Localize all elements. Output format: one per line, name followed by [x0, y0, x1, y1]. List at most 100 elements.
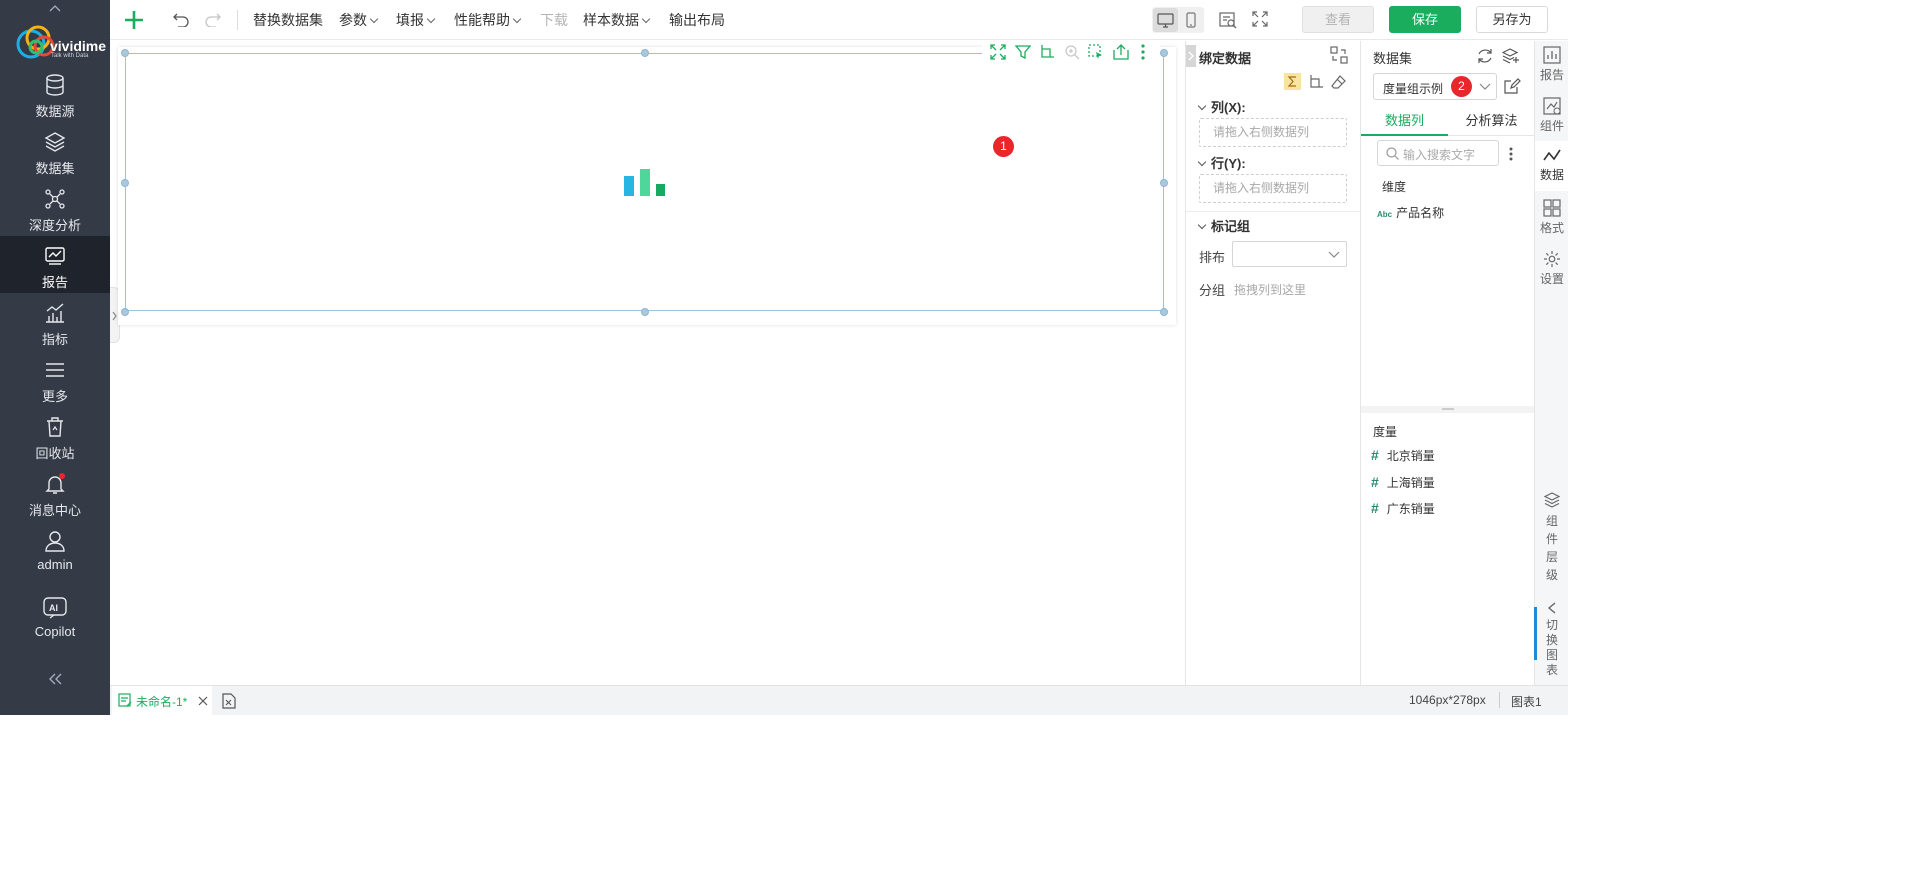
rail-item-data[interactable]: 数据 — [1535, 141, 1569, 191]
nav-label: 深度分析 — [28, 218, 81, 233]
tab-data-columns[interactable]: 数据列 — [1361, 110, 1448, 136]
gear-icon — [1544, 251, 1560, 267]
nav-item-report[interactable]: 报告 — [0, 236, 110, 293]
rail-switch-chart[interactable]: 切换图表 — [1535, 601, 1569, 678]
collapse-up-icon[interactable] — [48, 0, 62, 12]
eraser-icon[interactable] — [1331, 74, 1347, 90]
measure-field[interactable]: # 北京销量 — [1371, 447, 1435, 464]
nav-item-metric[interactable]: 指标 — [0, 293, 110, 350]
nav-item-more[interactable]: 更多 — [0, 350, 110, 407]
dataset-select[interactable]: 度量组示例 — [1373, 73, 1497, 100]
search-icon — [1386, 147, 1399, 160]
swap-axes-icon[interactable] — [1330, 46, 1348, 64]
menu-fill-report[interactable]: 填报 — [396, 10, 436, 30]
rail-item-format[interactable]: 格式 — [1535, 199, 1569, 236]
refresh-icon[interactable] — [1476, 47, 1494, 65]
bind-data-panel: 绑定数据 列(X): 请拖入右侧数据列 行(Y): 请拖入右侧数据列 标记组 排… — [1185, 41, 1361, 685]
chevron-down-icon — [426, 14, 436, 24]
rail-item-component[interactable]: 组件 — [1535, 97, 1569, 134]
sum-icon[interactable] — [1284, 73, 1301, 90]
add-icon[interactable] — [123, 9, 145, 34]
nav-item-dataset[interactable]: 数据集 — [0, 122, 110, 179]
save-button[interactable]: 保存 — [1389, 6, 1461, 33]
new-document-icon[interactable] — [222, 693, 236, 709]
right-rail: 报告 组件 数据 格式 设置 组件层级 切换图表 — [1534, 41, 1569, 685]
group-drop-zone[interactable]: 拖拽列到这里 — [1234, 281, 1306, 298]
rail-item-settings[interactable]: 设置 — [1535, 250, 1569, 287]
nav-label: admin — [37, 557, 73, 572]
report-canvas[interactable]: 1 — [110, 41, 1185, 685]
undo-icon[interactable] — [172, 11, 190, 30]
measure-field[interactable]: # 广东销量 — [1371, 500, 1435, 517]
nav-item-copilot[interactable]: AI Copilot — [0, 588, 110, 645]
save-as-button[interactable]: 另存为 — [1476, 6, 1548, 33]
desktop-view-icon[interactable] — [1153, 8, 1178, 32]
menu-download[interactable]: 下载 — [540, 10, 568, 30]
export-icon[interactable] — [1113, 44, 1129, 60]
device-toggle — [1152, 7, 1204, 33]
caret-down-icon — [1197, 157, 1207, 167]
brand-logo[interactable]: vividime Talk with Data — [14, 16, 107, 62]
mark-group-header[interactable]: 标记组 — [1197, 216, 1250, 235]
view-button[interactable]: 查看 — [1302, 6, 1374, 33]
chevron-left-icon — [1547, 602, 1556, 614]
rows-section-header[interactable]: 行(Y): — [1197, 153, 1246, 172]
resize-handle-se[interactable] — [1160, 308, 1168, 316]
close-icon[interactable] — [198, 696, 208, 706]
select-region-icon[interactable] — [1088, 44, 1104, 60]
filter-icon[interactable] — [1015, 44, 1031, 60]
edit-icon[interactable] — [1503, 78, 1521, 96]
rail-component-layers[interactable]: 组件层级 — [1535, 491, 1569, 584]
menu-sample-data[interactable]: 样本数据 — [583, 10, 651, 30]
splitter[interactable] — [1361, 406, 1535, 413]
resize-handle-ne[interactable] — [1160, 49, 1168, 57]
rows-drop-zone[interactable]: 请拖入右侧数据列 — [1199, 174, 1347, 203]
tab-analysis-algorithms[interactable]: 分析算法 — [1448, 110, 1535, 136]
double-chevron-left-icon[interactable] — [47, 672, 63, 689]
document-tab[interactable]: 未命名-1* — [112, 686, 212, 715]
redo-icon[interactable] — [204, 11, 222, 30]
menu-icon — [46, 363, 64, 377]
nav-item-messages[interactable]: 消息中心 — [0, 464, 110, 521]
chevron-down-icon — [641, 14, 651, 24]
mobile-view-icon[interactable] — [1179, 8, 1203, 32]
nav-item-datasource[interactable]: 数据源 — [0, 65, 110, 122]
resize-handle-n[interactable] — [641, 49, 649, 57]
menu-parameters[interactable]: 参数 — [339, 10, 379, 30]
resize-handle-w[interactable] — [121, 179, 129, 187]
annotation-badge: 2 — [1451, 76, 1472, 97]
menu-replace-dataset[interactable]: 替换数据集 — [253, 10, 323, 30]
more-vertical-icon[interactable] — [1508, 146, 1514, 162]
dimension-field[interactable]: Abc 产品名称 — [1377, 204, 1444, 221]
brand-name: vividime — [50, 38, 107, 54]
nav-label: 数据源 — [35, 104, 75, 119]
rail-label: 组件 — [1539, 119, 1564, 133]
axis-swap-icon[interactable] — [1039, 44, 1055, 60]
measure-field[interactable]: # 上海销量 — [1371, 474, 1435, 491]
nav-item-deep-analysis[interactable]: 深度分析 — [0, 179, 110, 236]
columns-drop-zone[interactable]: 请拖入右侧数据列 — [1199, 118, 1347, 147]
component-size: 1046px*278px — [1409, 693, 1486, 707]
component-icon — [1543, 97, 1561, 115]
nav-item-admin[interactable]: admin — [0, 521, 110, 578]
menu-output-layout[interactable]: 输出布局 — [669, 10, 725, 30]
expand-icon[interactable] — [990, 44, 1006, 60]
resize-handle-sw[interactable] — [121, 308, 129, 316]
rail-item-report[interactable]: 报告 — [1535, 46, 1569, 83]
add-dataset-icon[interactable] — [1502, 47, 1520, 65]
more-vertical-icon[interactable] — [1139, 44, 1147, 60]
columns-section-header[interactable]: 列(X): — [1197, 97, 1246, 116]
menu-performance-help[interactable]: 性能帮助 — [454, 10, 522, 30]
nav-item-recycle-bin[interactable]: 回收站 — [0, 407, 110, 464]
axis-settings-icon[interactable] — [1308, 74, 1324, 90]
fullscreen-icon[interactable] — [1251, 10, 1269, 31]
panel-collapse-tab[interactable] — [1186, 45, 1196, 67]
preview-search-icon[interactable] — [1218, 10, 1238, 33]
resize-handle-nw[interactable] — [121, 49, 129, 57]
field-name: 产品名称 — [1396, 206, 1445, 220]
resize-handle-s[interactable] — [641, 308, 649, 316]
layout-select[interactable] — [1232, 241, 1347, 267]
field-search-input[interactable]: 输入搜索文字 — [1377, 140, 1499, 166]
resize-handle-e[interactable] — [1160, 179, 1168, 187]
zoom-icon[interactable] — [1064, 44, 1080, 60]
